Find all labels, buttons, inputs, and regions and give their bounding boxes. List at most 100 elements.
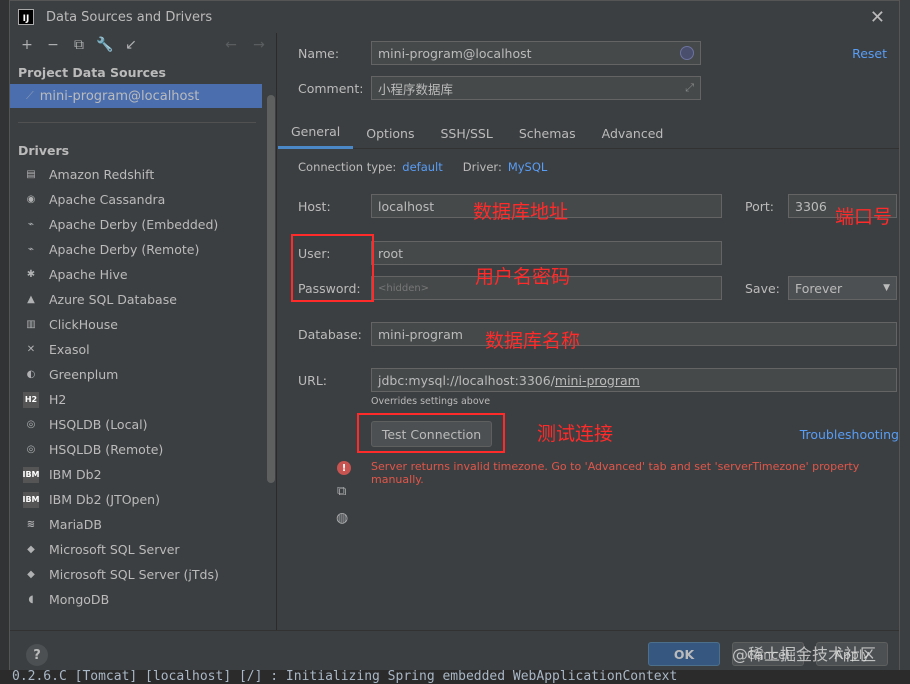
connection-type-label: Connection type: (298, 160, 397, 174)
divider (18, 122, 256, 123)
driver-label: Apache Cassandra (49, 192, 166, 207)
save-dropdown[interactable]: Forever ▼ (788, 276, 897, 300)
drivers-title: Drivers (18, 143, 70, 158)
user-password-highlight (291, 234, 374, 302)
connection-info: Connection type: default Driver: MySQL (298, 160, 547, 174)
driver-label: Amazon Redshift (49, 167, 155, 182)
driver-label: Microsoft SQL Server (49, 542, 180, 557)
back-arrow-icon[interactable]: ← (222, 36, 240, 54)
driver-label: HSQLDB (Remote) (49, 442, 164, 457)
title-bar: IJ Data Sources and Drivers ✕ (10, 1, 899, 33)
hsqldb-icon: ◎ (26, 444, 36, 455)
mongodb-icon: ◖ (28, 594, 34, 605)
database-field[interactable]: mini-program (371, 322, 897, 346)
port-label: Port: (745, 199, 774, 214)
driver-item[interactable]: ◐ Greenplum (10, 362, 276, 387)
driver-item[interactable]: ◆ Microsoft SQL Server (10, 537, 276, 562)
ibm-icon: IBM (22, 466, 40, 483)
driver-item[interactable]: ▲ Azure SQL Database (10, 287, 276, 312)
data-source-label: mini-program@localhost (39, 88, 200, 104)
driver-label: HSQLDB (Local) (49, 417, 148, 432)
reset-link[interactable]: Reset (852, 46, 887, 61)
navigate-icon[interactable]: ↙ (122, 36, 140, 54)
driver-label: MariaDB (49, 517, 102, 532)
ok-button[interactable]: OK (648, 642, 720, 666)
greenplum-icon: ◐ (26, 369, 36, 380)
data-source-item[interactable]: ⟋ mini-program@localhost (10, 84, 262, 108)
save-value: Forever (795, 280, 843, 296)
connection-type-link[interactable]: default (402, 160, 442, 174)
left-scrollbar[interactable] (267, 95, 275, 483)
comment-label: Comment: (298, 81, 364, 96)
test-connection-highlight (357, 413, 505, 453)
error-icon: ! (337, 461, 351, 475)
editor-right-strip (900, 0, 910, 684)
driver-item[interactable]: IBM IBM Db2 (10, 462, 276, 487)
url-field[interactable]: jdbc:mysql://localhost:3306/mini-program (371, 368, 897, 392)
port-annotation: 端口号 (835, 206, 893, 228)
tab-advanced[interactable]: Advanced (589, 117, 677, 149)
driver-label: Exasol (49, 342, 90, 357)
url-label: URL: (298, 373, 328, 388)
tab-options[interactable]: Options (353, 117, 427, 149)
duplicate-icon[interactable]: ⧉ (70, 36, 88, 54)
driver-link[interactable]: MySQL (508, 160, 548, 174)
save-label: Save: (745, 281, 780, 296)
add-icon[interactable]: + (18, 36, 36, 54)
driver-label: ClickHouse (49, 317, 118, 332)
name-label: Name: (298, 46, 340, 61)
driver-item[interactable]: ⌁ Apache Derby (Embedded) (10, 212, 276, 237)
comment-field[interactable]: 小程序数据库 ⤢ (371, 76, 701, 100)
driver-item[interactable]: ◖ MongoDB (10, 587, 276, 612)
editor-code-line: 0.2.6.C [Tomcat] [localhost] [/] : Initi… (0, 670, 910, 684)
driver-item[interactable]: ▤ Amazon Redshift (10, 162, 276, 187)
driver-item[interactable]: IBM IBM Db2 (JTOpen) (10, 487, 276, 512)
remove-icon[interactable]: − (44, 36, 62, 54)
help-icon[interactable]: ? (26, 644, 48, 666)
tab-ssh-ssl[interactable]: SSH/SSL (428, 117, 506, 149)
comment-value: 小程序数据库 (378, 81, 454, 97)
driver-label: Azure SQL Database (49, 292, 177, 307)
right-panel: Name: mini-program@localhost Reset Comme… (278, 33, 899, 630)
copy-icon[interactable]: ⧉ (337, 484, 346, 499)
cassandra-icon: ◉ (26, 194, 36, 205)
hive-icon: ✱ (26, 269, 36, 280)
driver-item[interactable]: ≋ MariaDB (10, 512, 276, 537)
forward-arrow-icon[interactable]: → (250, 36, 268, 54)
name-value: mini-program@localhost (378, 45, 532, 61)
driver-item[interactable]: ◎ HSQLDB (Remote) (10, 437, 276, 462)
chevron-down-icon: ▼ (883, 283, 890, 293)
h2-icon: H2 (23, 391, 39, 408)
window-title: Data Sources and Drivers (46, 9, 213, 25)
color-picker-icon[interactable] (680, 46, 694, 60)
driver-item[interactable]: H2 H2 (10, 387, 276, 412)
driver-label: Apache Hive (49, 267, 128, 282)
tab-schemas[interactable]: Schemas (506, 117, 589, 149)
azure-icon: ▲ (27, 294, 35, 305)
troubleshooting-link[interactable]: Troubleshooting (800, 427, 899, 442)
database-annotation: 数据库名称 (485, 330, 581, 352)
wrench-icon[interactable]: 🔧 (96, 36, 114, 54)
url-database: mini-program (554, 372, 640, 388)
driver-item[interactable]: ◎ HSQLDB (Local) (10, 412, 276, 437)
name-field[interactable]: mini-program@localhost (371, 41, 701, 65)
left-toolbar: + − ⧉ 🔧 ↙ ← → (10, 33, 276, 57)
globe-icon[interactable]: ◍ (336, 510, 348, 526)
close-icon[interactable]: ✕ (870, 7, 885, 28)
test-annotation: 测试连接 (537, 423, 614, 445)
driver-item[interactable]: ◉ Apache Cassandra (10, 187, 276, 212)
user-annotation: 用户名密码 (475, 266, 571, 288)
mariadb-icon: ≋ (26, 519, 36, 530)
driver-label: Driver: (462, 160, 502, 174)
expand-icon[interactable]: ⤢ (685, 81, 694, 95)
driver-label: IBM Db2 (49, 467, 102, 482)
driver-list: ▤ Amazon Redshift ◉ Apache Cassandra ⌁ Apache… (10, 162, 276, 612)
driver-item[interactable]: ✱ Apache Hive (10, 262, 276, 287)
driver-item[interactable]: ▥ ClickHouse (10, 312, 276, 337)
driver-item[interactable]: ◆ Microsoft SQL Server (jTds) (10, 562, 276, 587)
driver-item[interactable]: ⌁ Apache Derby (Remote) (10, 237, 276, 262)
tab-general[interactable]: General (278, 117, 354, 149)
driver-item[interactable]: ✕ Exasol (10, 337, 276, 362)
mssql-icon: ◆ (27, 544, 35, 555)
exasol-icon: ✕ (26, 344, 36, 355)
